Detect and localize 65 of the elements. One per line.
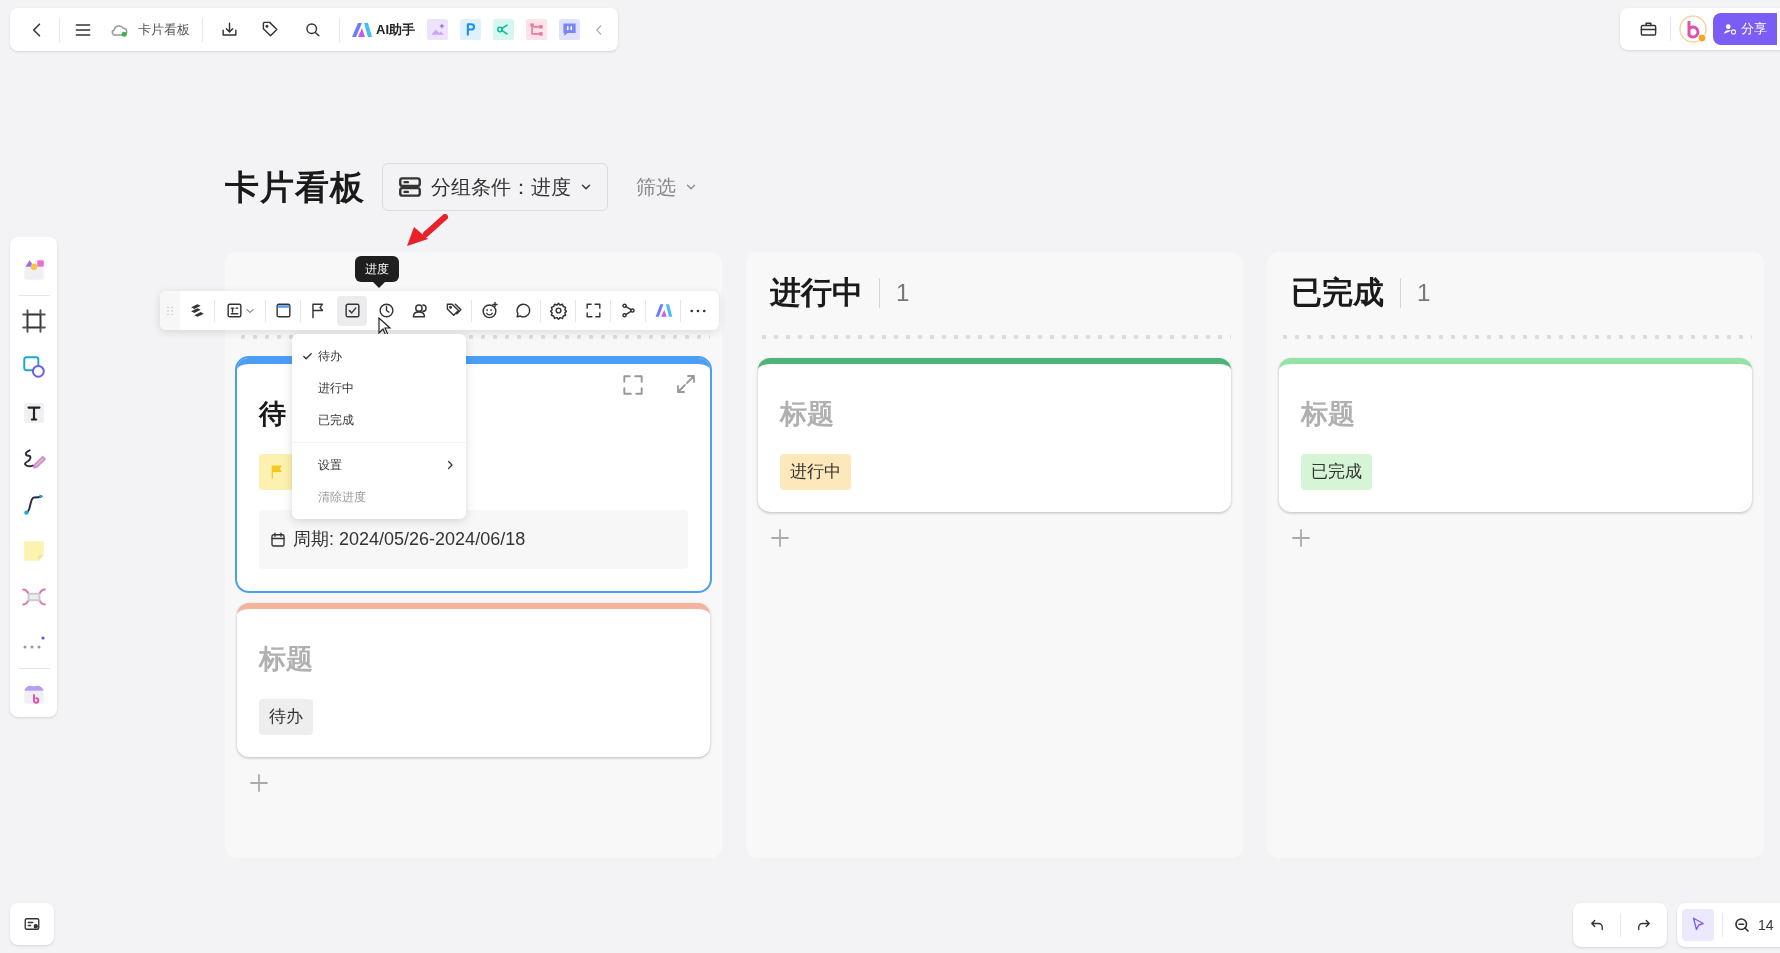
- group-by-dropdown[interactable]: 分组条件：进度: [382, 163, 609, 211]
- period-text: 周期: 2024/05/26-2024/06/18: [293, 528, 526, 551]
- menu-item[interactable]: 已完成: [292, 404, 466, 436]
- calendar-icon: [269, 530, 287, 549]
- card-style-icon: [224, 301, 244, 320]
- emoji-add-icon: [479, 301, 499, 320]
- flag-icon: [269, 464, 285, 480]
- share-button[interactable]: 分享: [1713, 13, 1777, 45]
- annotation-arrow: [404, 214, 448, 248]
- zoom-level: 14: [1758, 915, 1774, 935]
- kanban-card[interactable]: 标题 待办: [237, 603, 710, 757]
- card-title: 标题: [259, 643, 313, 676]
- tooltip-pointer: [373, 282, 385, 288]
- tooltip: 进度: [355, 256, 399, 282]
- checkbox-icon: [342, 301, 362, 320]
- board-title: 卡片看板: [225, 166, 365, 208]
- card-count: 1: [896, 278, 910, 308]
- download-icon: [219, 20, 239, 39]
- document-title: 卡片看板: [137, 20, 190, 39]
- more-icon: [21, 636, 46, 651]
- briefcase-icon: [1638, 19, 1658, 39]
- tag-icon: [261, 20, 281, 39]
- card-count: 1: [1417, 278, 1431, 308]
- convert-icon: [583, 301, 603, 320]
- map-card-icon: [23, 915, 41, 933]
- frame-icon: [20, 307, 47, 334]
- select-tool-button[interactable]: [1682, 909, 1714, 941]
- expand-icon[interactable]: [674, 372, 698, 396]
- server-icon: [397, 174, 424, 200]
- kanban-card[interactable]: 标题 已完成: [1279, 358, 1752, 512]
- status-tag: 进行中: [780, 454, 851, 490]
- toolbar-button[interactable]: [337, 295, 367, 326]
- image-app-icon: [427, 19, 449, 40]
- status-tag: 待办: [259, 699, 313, 735]
- convert-icon[interactable]: [620, 372, 646, 398]
- p-app-icon: [460, 19, 482, 40]
- people-icon: [410, 301, 430, 320]
- column-title: 已完成: [1291, 273, 1384, 312]
- comment-icon: [513, 301, 533, 320]
- mindmap-app-icon: [493, 19, 515, 40]
- flowchart-app-icon: [526, 19, 548, 40]
- header-bar-icon: [273, 301, 293, 320]
- card-title: 标题: [1301, 398, 1355, 431]
- clock-icon: [376, 301, 396, 320]
- add-person-icon: [1723, 22, 1737, 36]
- shape-icon: [20, 353, 47, 380]
- menu-item[interactable]: 设置: [292, 449, 466, 481]
- more-icon: [690, 308, 706, 313]
- chat-app-icon: [559, 19, 581, 40]
- card-title: 待: [259, 398, 286, 431]
- avatar-icon[interactable]: [1679, 15, 1707, 43]
- column-title: 进行中: [770, 273, 863, 312]
- minimap-button[interactable]: [10, 903, 54, 945]
- card-title: 标题: [780, 398, 834, 431]
- ai-logo-icon: [653, 301, 673, 320]
- settings-icon: [548, 301, 568, 320]
- ai-logo-icon: [352, 22, 373, 37]
- status-tag: 已完成: [1301, 454, 1372, 490]
- chat-app-button[interactable]: [559, 19, 581, 40]
- ai-assistant-button[interactable]: AI助手: [352, 19, 416, 40]
- zoom-out-icon: [1733, 916, 1751, 934]
- kanban-card[interactable]: 标题 进行中: [758, 358, 1231, 512]
- flowchart-app-button[interactable]: [526, 19, 548, 40]
- p-app-button[interactable]: [460, 19, 482, 40]
- menu-item[interactable]: 进行中: [292, 372, 466, 404]
